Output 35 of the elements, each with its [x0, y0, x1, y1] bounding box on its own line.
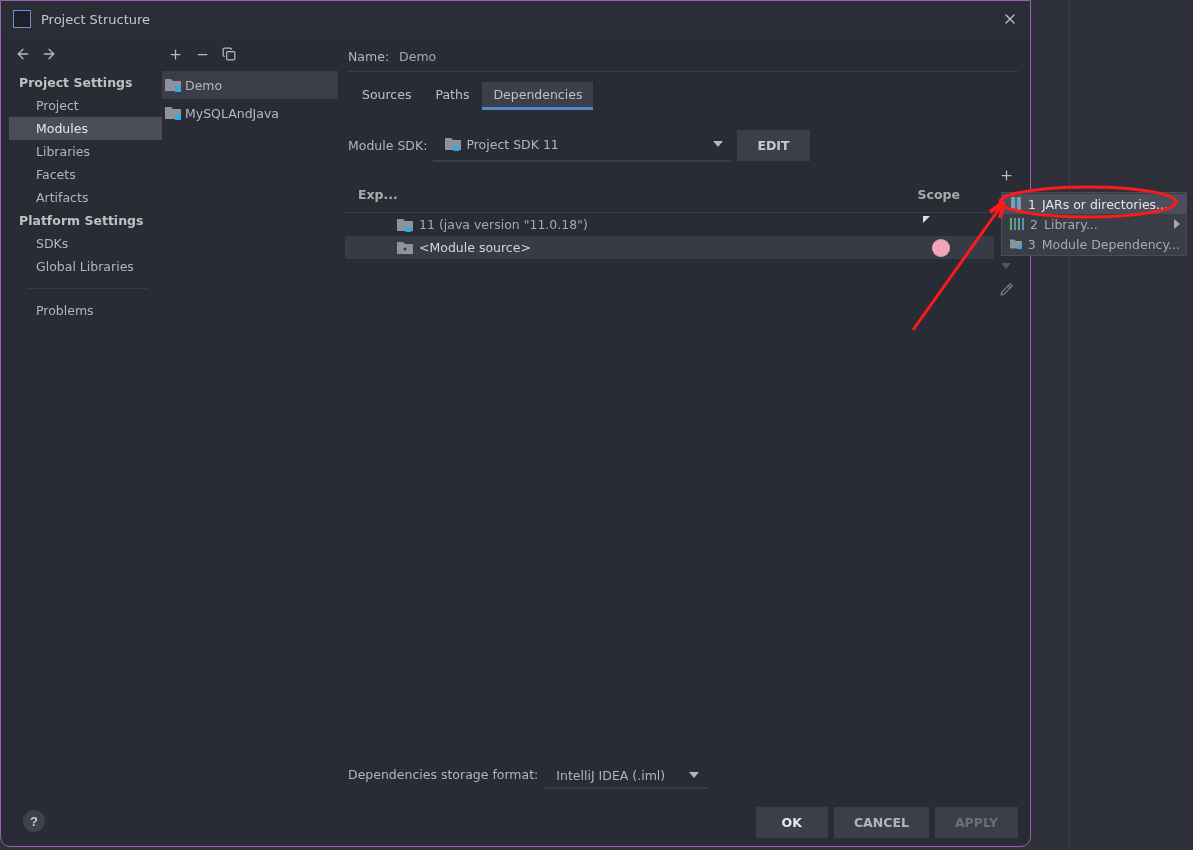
sidebar-item[interactable]: Artifacts — [9, 186, 162, 209]
dependency-row[interactable]: <Module source> — [345, 236, 994, 259]
sidebar-item[interactable]: Modules — [9, 117, 162, 140]
sidebar-item[interactable]: Facets — [9, 163, 162, 186]
tab[interactable]: Paths — [424, 82, 481, 110]
name-label: Name: — [348, 48, 390, 64]
sidebar-item[interactable]: SDKs — [9, 232, 162, 255]
help-button[interactable]: ? — [23, 810, 45, 832]
dependency-name: 11 (java version "11.0.18") — [419, 217, 588, 232]
sidebar-item[interactable]: Libraries — [9, 140, 162, 163]
sidebar-item[interactable]: Project — [9, 94, 162, 117]
window-title: Project Structure — [41, 11, 152, 27]
column-header: Scope — [917, 186, 960, 202]
menu-item[interactable]: 1 JARs or directories... — [1002, 194, 1186, 214]
menu-item[interactable]: 3 Module Dependency... — [1002, 234, 1186, 254]
module-item[interactable]: MySQLAndJava — [162, 99, 338, 127]
storage-label: Dependencies storage format: — [348, 767, 539, 782]
dialog-button[interactable]: CANCEL — [833, 807, 929, 838]
storage-dropdown[interactable]: IntelliJ IDEA (.iml) — [544, 763, 708, 789]
tab[interactable]: Dependencies — [482, 82, 594, 110]
name-field[interactable]: Demo — [399, 48, 437, 64]
sidebar-heading: Project Settings — [18, 74, 134, 92]
sdk-label: Module SDK: — [348, 137, 428, 153]
tab[interactable]: Sources — [351, 82, 423, 110]
dependency-row[interactable]: 11 (java version "11.0.18") — [345, 213, 994, 236]
column-header: Exp... — [358, 186, 398, 202]
sidebar-item[interactable]: Global Libraries — [9, 255, 162, 278]
sidebar-heading: Platform Settings — [18, 212, 145, 230]
dependency-name: <Module source> — [419, 240, 531, 255]
edit-button[interactable]: EDIT — [737, 129, 810, 161]
sidebar-item[interactable]: Problems — [9, 299, 162, 322]
sdk-dropdown[interactable]: Project SDK 11 — [433, 128, 732, 162]
module-item[interactable]: Demo — [162, 71, 338, 99]
dialog-button[interactable]: OK — [755, 807, 828, 838]
menu-item[interactable]: 2 Library... — [1002, 214, 1186, 234]
